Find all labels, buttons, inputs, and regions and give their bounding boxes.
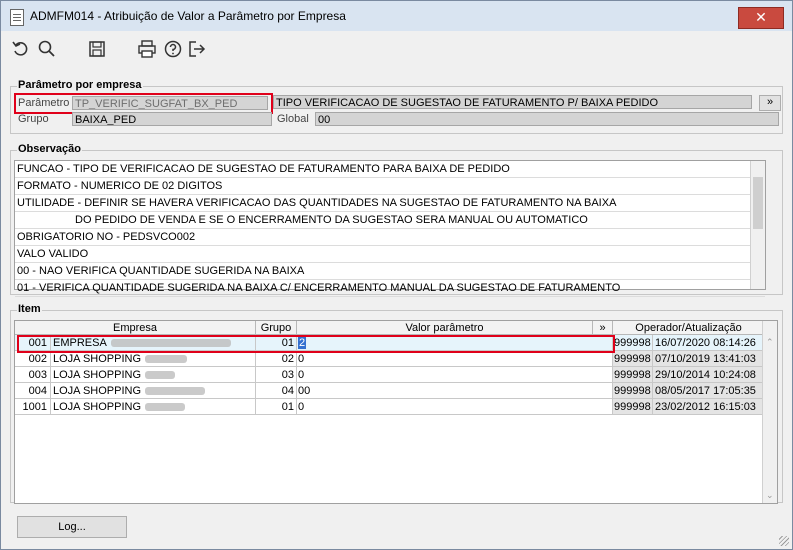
observacao-line: FORMATO - NUMERICO DE 02 DIGITOS: [15, 178, 765, 195]
observacao-scroll-thumb[interactable]: [753, 177, 763, 229]
empresa-code: 1001: [15, 399, 51, 415]
operador-cell: 999998: [613, 383, 653, 399]
atualizacao-cell: 29/10/2014 10:24:08: [653, 367, 765, 383]
print-icon[interactable]: [137, 39, 157, 59]
operador-cell: 999998: [613, 399, 653, 415]
parametro-group: Parâmetro por empresa Parâmetro TP_VERIF…: [10, 79, 783, 134]
undo-icon[interactable]: [11, 39, 31, 59]
observacao-line: UTILIDADE - DEFINIR SE HAVERA VERIFICACA…: [15, 195, 765, 212]
observacao-line: 00 - NAO VERIFICA QUANTIDADE SUGERIDA NA…: [15, 263, 765, 280]
empresa-code: 002: [15, 351, 51, 367]
close-button[interactable]: ✕: [738, 7, 784, 29]
operador-cell: 999998: [613, 335, 653, 351]
grupo-field[interactable]: BAIXA_PED: [72, 112, 272, 126]
grupo-cell: 02: [256, 351, 297, 367]
table-row[interactable]: 002 LOJA SHOPPING 02 0 999998 07/10/2019…: [15, 351, 765, 367]
application-window: ADMFM014 - Atribuição de Valor a Parâmet…: [0, 0, 793, 550]
valor-cell[interactable]: 0: [297, 399, 613, 415]
observacao-line: 01 - VERIFICA QUANTIDADE SUGERIDA NA BAI…: [15, 280, 765, 297]
empresa-code: 004: [15, 383, 51, 399]
save-icon[interactable]: [87, 39, 107, 59]
column-header-grupo[interactable]: Grupo: [256, 321, 297, 335]
atualizacao-cell: 07/10/2019 13:41:03: [653, 351, 765, 367]
column-header-valor[interactable]: Valor parâmetro: [297, 321, 593, 335]
column-expand-button[interactable]: »: [593, 321, 613, 335]
operador-cell: 999998: [613, 351, 653, 367]
scroll-down-icon[interactable]: ⌄: [766, 490, 774, 501]
observacao-line: OBRIGATORIO NO - PEDSVCO002: [15, 229, 765, 246]
parametro-section-title: Parâmetro por empresa: [17, 79, 143, 91]
observacao-section-title: Observação: [17, 143, 82, 155]
item-scrollbar[interactable]: ⌃ ⌄: [762, 321, 777, 503]
table-row[interactable]: 1001 LOJA SHOPPING 01 0 999998 23/02/201…: [15, 399, 765, 415]
grupo-cell: 01: [256, 399, 297, 415]
window-title: ADMFM014 - Atribuição de Valor a Parâmet…: [30, 9, 346, 23]
observacao-line: FUNCAO - TIPO DE VERIFICACAO DE SUGESTAO…: [15, 161, 765, 178]
empresa-name: LOJA SHOPPING: [51, 399, 256, 415]
grupo-label: Grupo: [18, 113, 49, 125]
empresa-code: 003: [15, 367, 51, 383]
global-label: Global: [277, 113, 309, 125]
document-icon: [10, 9, 24, 26]
item-grid: Empresa Grupo Valor parâmetro » Operador…: [14, 320, 778, 504]
toolbar: [1, 31, 792, 65]
valor-cell[interactable]: 0: [297, 351, 613, 367]
item-section-title: Item: [17, 303, 42, 315]
operador-cell: 999998: [613, 367, 653, 383]
observacao-line: VALO VALIDO: [15, 246, 765, 263]
search-icon[interactable]: [37, 39, 57, 59]
log-button[interactable]: Log...: [17, 516, 127, 538]
resize-grip-icon[interactable]: [779, 536, 789, 546]
exit-icon[interactable]: [187, 39, 207, 59]
atualizacao-cell: 16/07/2020 08:14:26: [653, 335, 765, 351]
title-bar: ADMFM014 - Atribuição de Valor a Parâmet…: [1, 1, 792, 31]
valor-cell[interactable]: 0: [297, 367, 613, 383]
global-field[interactable]: 00: [315, 112, 779, 126]
scroll-up-icon[interactable]: ⌃: [766, 337, 774, 348]
atualizacao-cell: 08/05/2017 17:05:35: [653, 383, 765, 399]
row-highlight: [17, 335, 615, 353]
empresa-name: LOJA SHOPPING: [51, 367, 256, 383]
parametro-description: TIPO VERIFICACAO DE SUGESTAO DE FATURAME…: [273, 95, 752, 109]
column-header-empresa[interactable]: Empresa: [15, 321, 256, 335]
empresa-name: LOJA SHOPPING: [51, 383, 256, 399]
grupo-cell: 03: [256, 367, 297, 383]
column-header-operador[interactable]: Operador/Atualização: [613, 321, 765, 335]
grupo-cell: 04: [256, 383, 297, 399]
parametro-expand-button[interactable]: »: [759, 95, 781, 111]
observacao-textarea[interactable]: FUNCAO - TIPO DE VERIFICACAO DE SUGESTAO…: [14, 160, 766, 297]
table-row[interactable]: 004 LOJA SHOPPING 04 00 999998 08/05/201…: [15, 383, 765, 399]
parametro-highlight: [14, 93, 273, 114]
item-group: Item Empresa Grupo Valor parâmetro » Ope…: [10, 303, 783, 504]
observacao-line: DO PEDIDO DE VENDA E SE O ENCERRAMENTO D…: [15, 212, 765, 229]
observacao-scrollbar[interactable]: [750, 161, 765, 289]
help-icon[interactable]: [163, 39, 183, 59]
table-row[interactable]: 003 LOJA SHOPPING 03 0 999998 29/10/2014…: [15, 367, 765, 383]
empresa-name: LOJA SHOPPING: [51, 351, 256, 367]
valor-cell[interactable]: 00: [297, 383, 613, 399]
atualizacao-cell: 23/02/2012 16:15:03: [653, 399, 765, 415]
observacao-group: Observação FUNCAO - TIPO DE VERIFICACAO …: [10, 143, 783, 297]
